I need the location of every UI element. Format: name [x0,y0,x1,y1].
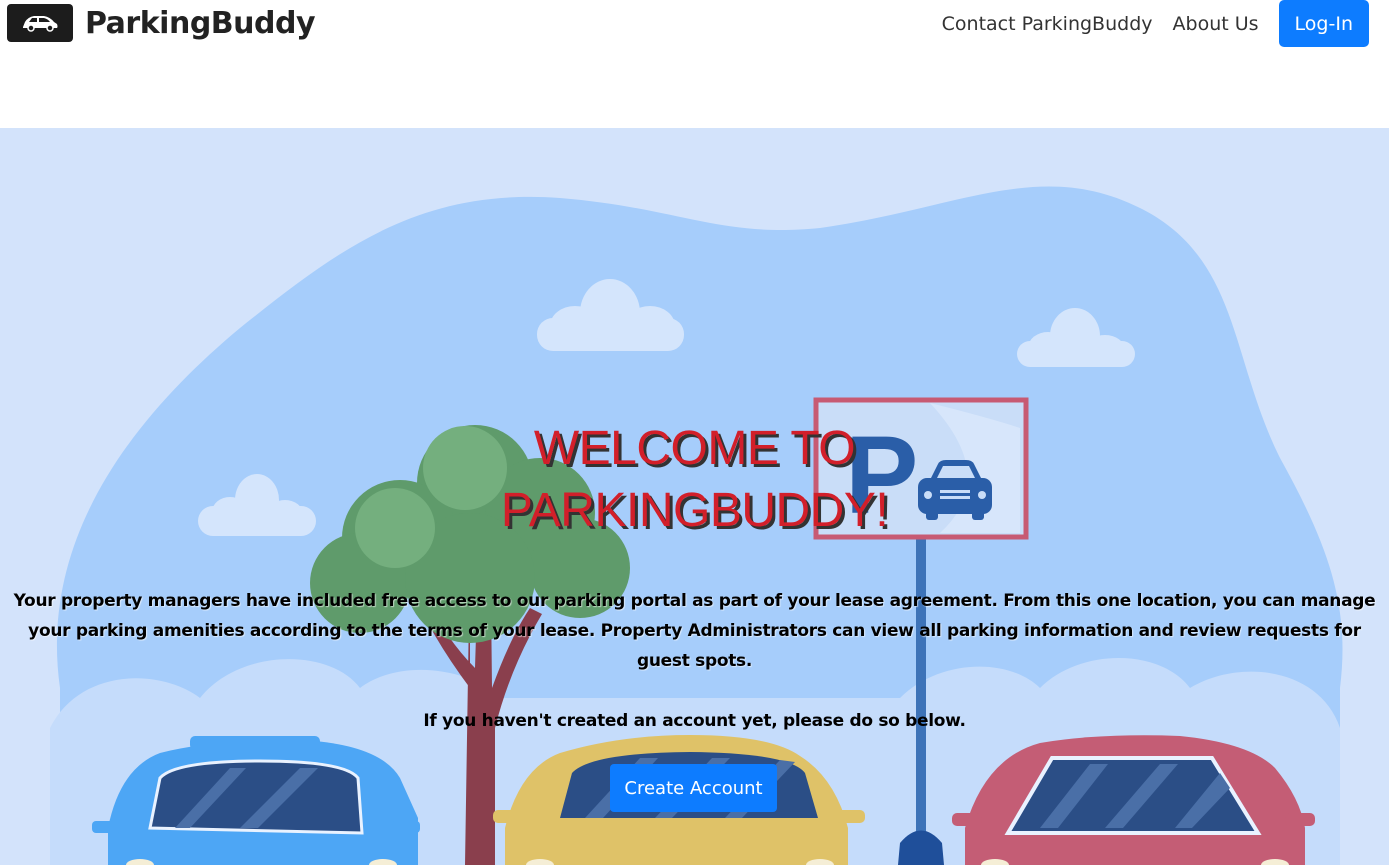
nav-link-about[interactable]: About Us [1173,13,1259,35]
navbar: ParkingBuddy Contact ParkingBuddy About … [0,0,1389,128]
brand[interactable]: ParkingBuddy [7,4,316,42]
hero-prompt: If you haven't created an account yet, p… [423,711,966,731]
login-button[interactable]: Log-In [1278,0,1369,47]
car-icon [7,4,73,42]
hero-title-line-1: WELCOME TO [533,422,856,475]
brand-name: ParkingBuddy [85,5,316,41]
hero-title-line-2: PARKINGBUDDY! [500,484,889,537]
create-account-button[interactable]: Create Account [610,764,777,812]
hero-title: WELCOME TO PARKINGBUDDY! [0,418,1389,542]
hero-section: P WELCOME TO PARKINGBUDDY! Your property… [0,128,1389,865]
nav-link-contact[interactable]: Contact ParkingBuddy [942,13,1153,35]
hero-description: Your property managers have included fre… [13,591,1376,671]
nav-links: Contact ParkingBuddy About Us Log-In [942,0,1369,47]
